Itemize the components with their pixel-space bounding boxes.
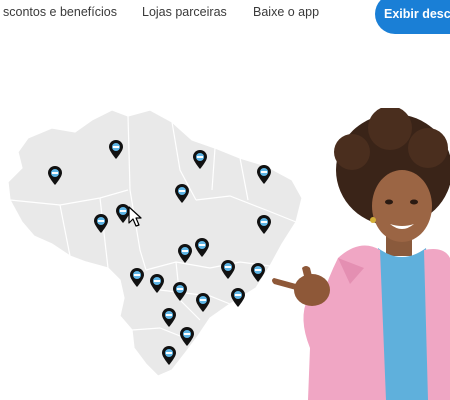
woman-pointing-illustration — [272, 108, 450, 400]
map-pin-icon[interactable] — [194, 238, 210, 258]
map-pin-icon[interactable] — [149, 274, 165, 294]
map-pin-icon[interactable] — [192, 150, 208, 170]
map-pin-icon[interactable] — [179, 327, 195, 347]
top-navigation: scontos e benefícios Lojas parceiras Bai… — [0, 0, 450, 34]
map-pin-icon[interactable] — [161, 308, 177, 328]
map-pin-icon[interactable] — [108, 140, 124, 160]
pink-coat-right — [424, 249, 450, 400]
mouse-cursor-icon — [128, 206, 142, 227]
map-pin-icon[interactable] — [129, 268, 145, 288]
face — [372, 170, 432, 242]
map-pin-icon[interactable] — [93, 214, 109, 234]
exibir-descontos-button[interactable]: Exibir desc — [375, 0, 450, 34]
map-pin-icon[interactable] — [230, 288, 246, 308]
brazil-map — [7, 109, 303, 377]
brazil-map-shape — [7, 109, 303, 377]
map-pin-icon[interactable] — [47, 166, 63, 186]
map-pin-icon[interactable] — [195, 293, 211, 313]
map-pin-icon[interactable] — [174, 184, 190, 204]
pointing-hand — [294, 274, 330, 306]
nav-link-baixe-o-app[interactable]: Baixe o app — [253, 5, 319, 19]
map-pin-icon[interactable] — [177, 244, 193, 264]
map-pin-icon[interactable] — [161, 346, 177, 366]
map-pin-icon[interactable] — [250, 263, 266, 283]
nav-link-lojas-parceiras[interactable]: Lojas parceiras — [142, 5, 227, 19]
map-pin-icon[interactable] — [220, 260, 236, 280]
map-pin-icon[interactable] — [172, 282, 188, 302]
page: scontos e benefícios Lojas parceiras Bai… — [0, 0, 450, 400]
nav-link-descontos[interactable]: scontos e benefícios — [3, 5, 117, 19]
